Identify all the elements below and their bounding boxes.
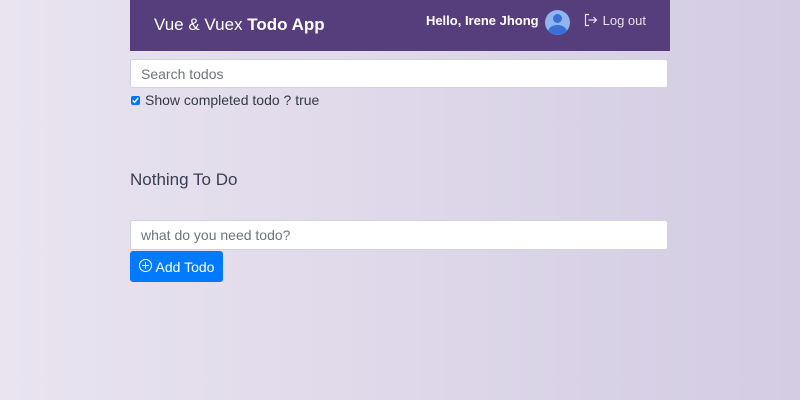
- user-greeting: Hello, Irene Jhong: [425, 12, 539, 28]
- app-brand[interactable]: Vue & Vuex Todo App: [154, 15, 325, 35]
- empty-todo-message: Nothing To Do: [130, 170, 238, 189]
- brand-title: Todo App: [247, 15, 325, 34]
- navbar: Vue & Vuex Todo App Hello, Irene Jhong L…: [130, 0, 670, 51]
- add-todo-button[interactable]: Add Todo: [130, 251, 223, 282]
- logout-link[interactable]: Log out: [584, 13, 646, 28]
- search-input[interactable]: [130, 59, 668, 88]
- user-avatar-icon: [544, 9, 570, 35]
- new-todo-input[interactable]: [130, 220, 668, 250]
- show-completed-checkbox[interactable]: [131, 95, 140, 105]
- brand-prefix: Vue & Vuex: [154, 15, 248, 34]
- logout-label: Log out: [602, 12, 646, 28]
- plus-circle-icon: [138, 258, 152, 272]
- add-todo-label: Add Todo: [155, 258, 215, 275]
- app-container: Vue & Vuex Todo App Hello, Irene Jhong L…: [130, 0, 670, 282]
- user-area: Hello, Irene Jhong Log out: [425, 7, 646, 35]
- show-completed-toggle[interactable]: Show completed todo ? true: [130, 92, 319, 108]
- log-out-icon: [584, 13, 597, 27]
- show-completed-label: Show completed todo ? true: [145, 92, 320, 108]
